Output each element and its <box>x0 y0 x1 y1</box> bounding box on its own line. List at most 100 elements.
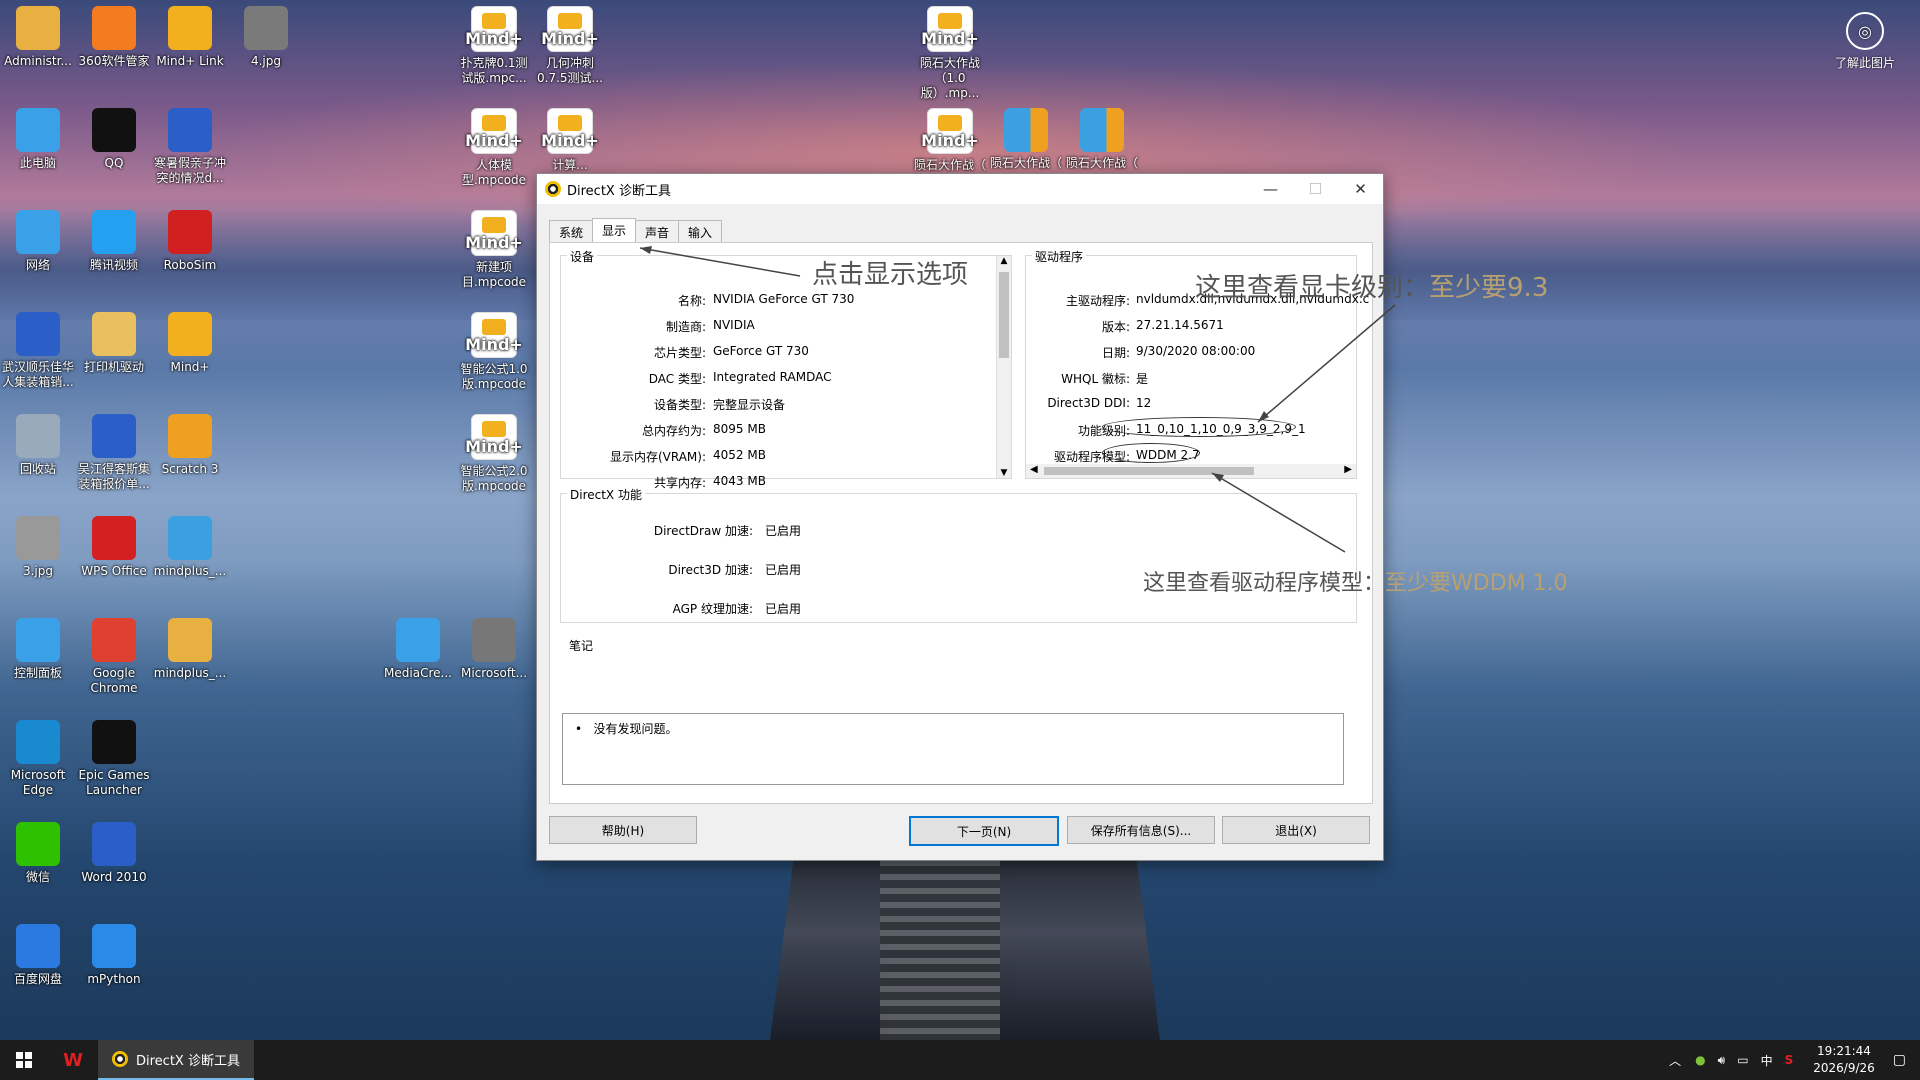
desktop-icon-chrome[interactable]: Google Chrome <box>77 618 151 696</box>
desktop-icon-robosim[interactable]: RoboSim <box>153 210 227 273</box>
desktop-icon-epic[interactable]: Epic Games Launcher <box>77 720 151 798</box>
qq-icon <box>92 108 136 152</box>
desktop-icon-pukepai[interactable]: Mind+ 扑克牌0.1测试版.mpc... <box>457 6 531 86</box>
desktop-icon-mediacreation[interactable]: MediaCre... <box>381 618 455 681</box>
ime-indicator[interactable]: 中 <box>1761 1052 1773 1069</box>
desktop-icon-3jpg[interactable]: 3.jpg <box>1 516 75 579</box>
desktop-icon-renti[interactable]: Mind+ 人体模型.mpcode <box>457 108 531 188</box>
360-tray-icon[interactable]: ● <box>1695 1053 1705 1067</box>
scroll-thumb[interactable] <box>999 272 1009 358</box>
desktop-icon-label: Word 2010 <box>81 870 147 884</box>
desktop-icon-mpython[interactable]: mPython <box>77 924 151 987</box>
save-all-info-button[interactable]: 保存所有信息(S)... <box>1067 816 1215 844</box>
minimize-button[interactable]: — <box>1248 174 1293 204</box>
help-button[interactable]: 帮助(H) <box>549 816 697 844</box>
yunshi3-icon <box>1004 108 1048 152</box>
device-label: DAC 类型: <box>648 372 706 386</box>
chevron-up-icon[interactable]: ︿ <box>1669 1052 1681 1069</box>
desktop-icon-label: Scratch 3 <box>161 462 219 476</box>
desktop-icon-scratch[interactable]: Scratch 3 <box>153 414 227 477</box>
desktop-icon-recycle-bin[interactable]: 回收站 <box>1 414 75 477</box>
notes-box[interactable]: • 没有发现问题。 <box>562 713 1344 785</box>
desktop-icon-administrator[interactable]: Administr... <box>1 6 75 69</box>
desktop-icon-mindplus-link[interactable]: Mind+ Link <box>153 6 227 69</box>
desktop-icon-yunshi2[interactable]: Mind+ 陨石大作战（ <box>913 108 987 173</box>
desktop-icon-mindplus[interactable]: Mind+ <box>153 312 227 375</box>
desktop-icon-this-pc[interactable]: 此电脑 <box>1 108 75 171</box>
scroll-down-icon[interactable]: ▼ <box>997 468 1011 478</box>
maximize-button[interactable]: ☐ <box>1293 174 1338 204</box>
camera-icon: ◎ <box>1846 12 1884 50</box>
desktop-icon-baidu-netdisk[interactable]: 百度网盘 <box>1 924 75 987</box>
desktop-icon-yunshi4[interactable]: 陨石大作战（ <box>1065 108 1139 171</box>
scroll-left-icon[interactable]: ◀ <box>1030 464 1038 475</box>
learn-about-picture[interactable]: ◎ 了解此图片 <box>1820 12 1910 71</box>
desktop-icon-mindplus-installer[interactable]: mindplus_... <box>153 618 227 681</box>
robosim-icon <box>168 210 212 254</box>
microsoft-icon <box>472 618 516 662</box>
start-button[interactable] <box>0 1040 48 1080</box>
desktop-icon-word2010[interactable]: Word 2010 <box>77 822 151 885</box>
desktop-icon-yunshi1[interactable]: Mind+ 陨石大作战（1.0版）.mp... <box>913 6 987 101</box>
directx-taskbar-icon <box>112 1051 128 1067</box>
desktop-icon-zhineng1[interactable]: Mind+ 智能公式1.0版.mpcode <box>457 312 531 392</box>
scroll-up-icon[interactable]: ▲ <box>997 256 1011 266</box>
hscroll-thumb[interactable] <box>1044 467 1254 475</box>
pukepai-icon: Mind+ <box>465 6 523 52</box>
desktop-icon-edge[interactable]: Microsoft Edge <box>1 720 75 798</box>
wps-taskbar-icon[interactable]: W <box>48 1040 98 1080</box>
clock[interactable]: 19:21:44 2026/9/26 <box>1813 1043 1875 1077</box>
close-button[interactable]: ✕ <box>1338 174 1383 204</box>
taskbar-directx-app[interactable]: DirectX 诊断工具 <box>98 1040 254 1080</box>
desktop-icon-jisuan[interactable]: Mind+ 计算... <box>533 108 607 173</box>
desktop-icon-control-panel[interactable]: 控制面板 <box>1 618 75 681</box>
desktop-icon-wps[interactable]: WPS Office <box>77 516 151 579</box>
next-page-button[interactable]: 下一页(N) <box>909 816 1059 846</box>
desktop-icon-qq[interactable]: QQ <box>77 108 151 171</box>
desktop-icon-yunshi3[interactable]: 陨石大作战（ <box>989 108 1063 171</box>
scroll-right-icon[interactable]: ▶ <box>1344 464 1352 475</box>
desktop-icon-doc1[interactable]: 寒暑假亲子冲突的情况d... <box>153 108 227 186</box>
desktop-icon-printer-driver[interactable]: 打印机驱动 <box>77 312 151 375</box>
mindplus-installer-icon <box>168 618 212 662</box>
desktop-icon-tencent-video[interactable]: 腾讯视频 <box>77 210 151 273</box>
exit-button[interactable]: 退出(X) <box>1222 816 1370 844</box>
desktop-icon-label: mindplus_... <box>153 564 227 578</box>
mindplus-link-icon <box>168 6 212 50</box>
desktop-icon-xinjian[interactable]: Mind+ 新建项目.mpcode <box>457 210 531 290</box>
tab-display[interactable]: 显示 <box>592 218 637 244</box>
desktop-icon-jihe[interactable]: Mind+ 几何冲刺0.7.5测试... <box>533 6 607 86</box>
desktop-icon-network[interactable]: 网络 <box>1 210 75 273</box>
directx-features-group: DirectX 功能 DirectDraw 加速: 已启用 Direct3D 加速:… <box>560 486 1357 623</box>
taskbar-app-label: DirectX 诊断工具 <box>136 1053 240 1069</box>
desktop-icon-4jpg[interactable]: 4.jpg <box>229 6 303 69</box>
desktop-icon-doc2[interactable]: 武汉顺乐佳华人集装箱销... <box>1 312 75 390</box>
desktop-icon-zhineng2[interactable]: Mind+ 智能公式2.0版.mpcode <box>457 414 531 494</box>
driver-label: Direct3D DDI: <box>1047 396 1130 410</box>
volume-icon[interactable]: 🔊︎ <box>1718 1053 1726 1068</box>
notification-icon[interactable]: ▢ <box>1893 1052 1906 1068</box>
windows-icon <box>16 1052 32 1068</box>
desktop-icon-doc3[interactable]: 吴江得客斯集装箱报价单... <box>77 414 151 492</box>
desktop-icon-wechat[interactable]: 微信 <box>1 822 75 885</box>
desktop-icon-microsoft[interactable]: Microsoft... <box>457 618 531 681</box>
desktop-icon-label: 百度网盘 <box>13 972 62 986</box>
desktop-icon-label: 360软件管家 <box>78 54 150 68</box>
network-icon[interactable]: ▭ <box>1737 1053 1748 1067</box>
title-bar[interactable]: DirectX 诊断工具 — ☐ ✕ <box>537 174 1383 204</box>
jisuan-icon: Mind+ <box>541 108 599 154</box>
device-group-title: 设备 <box>567 248 598 265</box>
network-icon <box>16 210 60 254</box>
word2010-icon <box>92 822 136 866</box>
desktop-icon-360[interactable]: 360软件管家 <box>77 6 151 69</box>
notes-item-text: 没有发现问题。 <box>593 722 678 736</box>
device-scrollbar[interactable]: ▲ ▼ <box>996 256 1011 478</box>
device-label: 制造商: <box>665 320 706 334</box>
sogou-icon[interactable]: S <box>1785 1053 1794 1067</box>
device-value: NVIDIA GeForce GT 730 <box>713 292 855 306</box>
doc3-icon <box>92 414 136 458</box>
desktop-icon-label: Epic Games Launcher <box>78 768 150 797</box>
driver-hscrollbar[interactable]: ◀ ▶ <box>1026 464 1356 478</box>
desktop-icon-mindplus-zip[interactable]: mindplus_... <box>153 516 227 579</box>
doc2-icon <box>16 312 60 356</box>
